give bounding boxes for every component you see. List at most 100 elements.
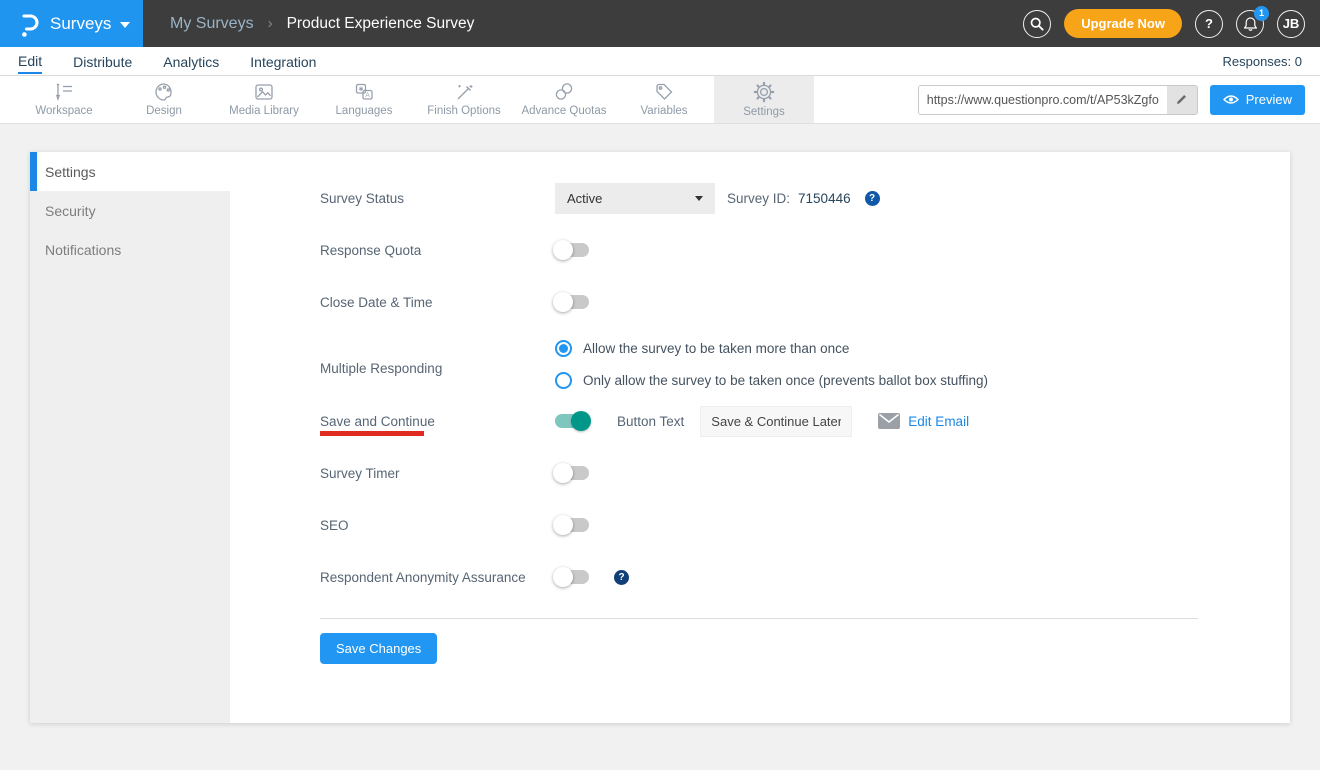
chevron-down-icon bbox=[695, 196, 703, 201]
main-nav-tabs: Edit Distribute Analytics Integration Re… bbox=[0, 47, 1320, 76]
breadcrumb-current-survey: Product Experience Survey bbox=[287, 15, 475, 33]
user-avatar[interactable]: JB bbox=[1277, 10, 1305, 38]
sidebar-item-notifications[interactable]: Notifications bbox=[30, 230, 230, 269]
question-mark-icon: ? bbox=[1205, 16, 1213, 31]
toolbar-item-workspace[interactable]: Workspace bbox=[14, 76, 114, 123]
survey-timer-toggle[interactable] bbox=[555, 466, 589, 480]
edit-url-button[interactable] bbox=[1167, 86, 1197, 114]
respondent-anonymity-row: Respondent Anonymity Assurance ? bbox=[320, 551, 1290, 603]
email-envelope-icon[interactable] bbox=[878, 413, 900, 429]
upgrade-now-button[interactable]: Upgrade Now bbox=[1064, 9, 1182, 38]
sidebar-item-security[interactable]: Security bbox=[30, 191, 230, 230]
tab-analytics[interactable]: Analytics bbox=[163, 50, 219, 73]
eye-icon bbox=[1223, 94, 1239, 105]
palette-icon bbox=[153, 82, 175, 102]
red-underline-annotation bbox=[320, 431, 424, 436]
settings-sidebar: Settings Security Notifications bbox=[30, 152, 230, 723]
help-button[interactable]: ? bbox=[1195, 10, 1223, 38]
chain-links-icon bbox=[553, 82, 575, 102]
radio-selected-icon bbox=[555, 340, 572, 357]
radio-option-only-once[interactable]: Only allow the survey to be taken once (… bbox=[555, 372, 988, 389]
sidebar-item-label: Settings bbox=[45, 164, 96, 180]
radio-unselected-icon bbox=[555, 372, 572, 389]
responses-count: Responses: 0 bbox=[1223, 54, 1320, 69]
product-switcher[interactable]: Surveys bbox=[0, 0, 143, 47]
edit-email-link[interactable]: Edit Email bbox=[908, 414, 969, 429]
close-date-time-row: Close Date & Time bbox=[320, 276, 1290, 328]
radio-option-label: Only allow the survey to be taken once (… bbox=[583, 373, 988, 388]
button-text-label: Button Text bbox=[617, 414, 684, 429]
pencil-icon bbox=[1175, 93, 1188, 106]
close-date-time-label: Close Date & Time bbox=[320, 295, 555, 310]
sidebar-item-label: Security bbox=[45, 203, 96, 219]
toolbar-item-media-library[interactable]: Media Library bbox=[214, 76, 314, 123]
content-area: Settings Security Notifications Survey S… bbox=[0, 125, 1320, 770]
respondent-anonymity-toggle[interactable] bbox=[555, 570, 589, 584]
notifications-button[interactable]: 1 bbox=[1236, 10, 1264, 38]
respondent-anonymity-help-icon[interactable]: ? bbox=[614, 570, 629, 585]
survey-share-url bbox=[918, 85, 1198, 115]
page: Surveys My Surveys › Product Experience … bbox=[0, 0, 1320, 770]
survey-status-value: Active bbox=[567, 191, 602, 206]
toggle-knob bbox=[553, 515, 573, 535]
toolbar-item-settings[interactable]: Settings bbox=[714, 76, 814, 123]
survey-id-label: Survey ID: bbox=[727, 191, 790, 206]
toolbar-label: Settings bbox=[743, 106, 785, 118]
tab-edit[interactable]: Edit bbox=[18, 49, 42, 74]
survey-status-dropdown[interactable]: Active bbox=[555, 183, 715, 214]
toolbar-label: Media Library bbox=[229, 105, 299, 117]
breadcrumb-my-surveys[interactable]: My Surveys bbox=[170, 15, 254, 33]
avatar-initials: JB bbox=[1283, 16, 1300, 31]
svg-text:✱: ✱ bbox=[358, 86, 363, 93]
toggle-knob bbox=[553, 240, 573, 260]
toggle-knob bbox=[571, 411, 591, 431]
notification-count-badge: 1 bbox=[1254, 6, 1269, 21]
sidebar-item-label: Notifications bbox=[45, 242, 121, 258]
multiple-responding-options: Allow the survey to be taken more than o… bbox=[555, 334, 988, 395]
response-quota-label: Response Quota bbox=[320, 243, 555, 258]
svg-text:A: A bbox=[365, 92, 370, 99]
image-icon bbox=[253, 82, 275, 102]
edit-toolbar: Workspace Design Media Library ✱A Langua… bbox=[0, 76, 1320, 124]
chevron-down-icon bbox=[120, 22, 130, 28]
survey-url-input[interactable] bbox=[919, 86, 1167, 114]
save-and-continue-toggle[interactable] bbox=[555, 414, 589, 428]
sidebar-item-settings[interactable]: Settings bbox=[30, 152, 230, 191]
toolbar-item-advance-quotas[interactable]: Advance Quotas bbox=[514, 76, 614, 123]
survey-id-help-icon[interactable]: ? bbox=[865, 191, 880, 206]
save-and-continue-label: Save and Continue bbox=[320, 414, 555, 429]
toolbar-item-design[interactable]: Design bbox=[114, 76, 214, 123]
toolbar-label: Workspace bbox=[35, 105, 92, 117]
tab-distribute[interactable]: Distribute bbox=[73, 50, 132, 73]
survey-timer-row: Survey Timer bbox=[320, 447, 1290, 499]
survey-status-row: Survey Status Active Survey ID: 7150446 … bbox=[320, 172, 1290, 224]
product-name: Surveys bbox=[50, 14, 111, 34]
toggle-knob bbox=[553, 463, 573, 483]
survey-timer-label: Survey Timer bbox=[320, 466, 555, 481]
gear-icon bbox=[753, 81, 775, 103]
settings-card: Settings Security Notifications Survey S… bbox=[30, 152, 1290, 723]
tab-integration[interactable]: Integration bbox=[250, 50, 316, 73]
search-button[interactable] bbox=[1023, 10, 1051, 38]
tag-icon bbox=[653, 82, 675, 102]
translate-icon: ✱A bbox=[353, 82, 375, 102]
save-changes-button[interactable]: Save Changes bbox=[320, 633, 437, 664]
top-bar: Surveys My Surveys › Product Experience … bbox=[0, 0, 1320, 47]
breadcrumb-separator: › bbox=[268, 15, 273, 32]
seo-label: SEO bbox=[320, 518, 555, 533]
response-quota-toggle[interactable] bbox=[555, 243, 589, 257]
preview-label: Preview bbox=[1246, 92, 1292, 107]
close-date-time-toggle[interactable] bbox=[555, 295, 589, 309]
preview-button[interactable]: Preview bbox=[1210, 85, 1305, 115]
button-text-input[interactable] bbox=[700, 406, 852, 437]
magic-wand-icon bbox=[453, 82, 475, 102]
toolbar-item-variables[interactable]: Variables bbox=[614, 76, 714, 123]
form-divider bbox=[320, 618, 1198, 619]
radio-option-allow-multiple[interactable]: Allow the survey to be taken more than o… bbox=[555, 340, 988, 357]
seo-toggle[interactable] bbox=[555, 518, 589, 532]
toolbar-item-languages[interactable]: ✱A Languages bbox=[314, 76, 414, 123]
seo-row: SEO bbox=[320, 499, 1290, 551]
toolbar-item-finish-options[interactable]: Finish Options bbox=[414, 76, 514, 123]
radio-option-label: Allow the survey to be taken more than o… bbox=[583, 341, 849, 356]
breadcrumb: My Surveys › Product Experience Survey bbox=[170, 15, 474, 33]
